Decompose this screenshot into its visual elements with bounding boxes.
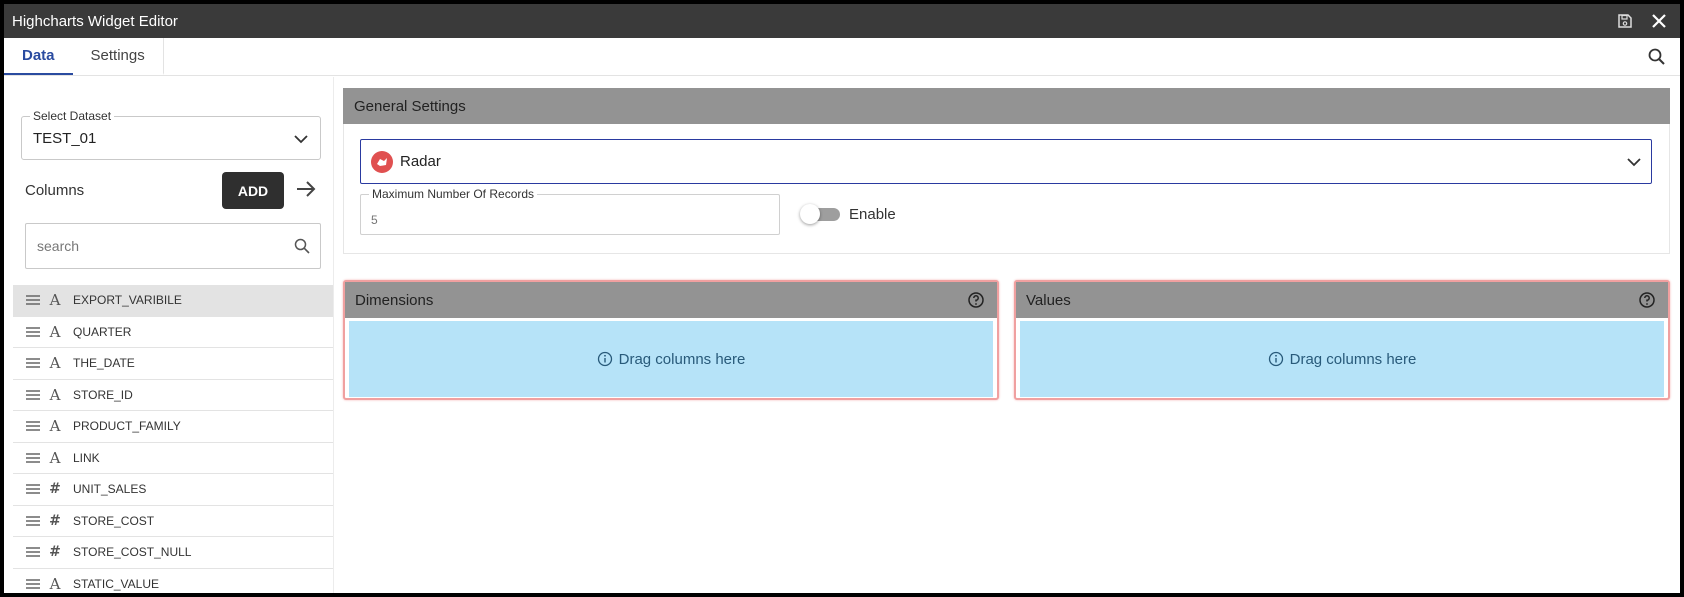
help-icon[interactable] bbox=[1638, 291, 1656, 309]
drag-handle-icon[interactable] bbox=[25, 326, 41, 338]
chevron-down-icon bbox=[1627, 158, 1641, 167]
tab-data[interactable]: Data bbox=[4, 38, 73, 75]
arrow-right-icon bbox=[297, 181, 316, 197]
drag-handle-icon[interactable] bbox=[25, 294, 41, 306]
column-name: UNIT_SALES bbox=[73, 482, 147, 497]
move-right-button[interactable] bbox=[294, 177, 318, 201]
drag-handle-icon[interactable] bbox=[25, 357, 41, 369]
text-type-icon: A bbox=[49, 322, 61, 341]
column-item[interactable]: A THE_DATE bbox=[13, 348, 333, 380]
column-item[interactable]: A PRODUCT_FAMILY bbox=[13, 411, 333, 443]
title-bar: Highcharts Widget Editor bbox=[4, 4, 1680, 38]
column-name: EXPORT_VARIBILE bbox=[73, 293, 182, 308]
chart-type-select[interactable]: Radar bbox=[360, 139, 1652, 184]
column-name: STORE_COST_NULL bbox=[73, 545, 192, 560]
general-settings-body: Radar Maximum Number Of Records Enable bbox=[343, 124, 1670, 254]
drag-handle-icon[interactable] bbox=[25, 578, 41, 590]
column-search-input[interactable] bbox=[26, 224, 276, 268]
dimensions-hint: Drag columns here bbox=[618, 350, 746, 368]
text-type-icon: A bbox=[49, 448, 61, 467]
dimensions-drop-area[interactable]: Drag columns here bbox=[349, 321, 993, 397]
column-name: LINK bbox=[73, 450, 100, 465]
numeric-type-icon: # bbox=[49, 512, 61, 529]
column-item[interactable]: A QUARTER bbox=[13, 317, 333, 348]
add-column-button[interactable]: ADD bbox=[222, 172, 284, 209]
drag-handle-icon[interactable] bbox=[25, 546, 41, 558]
chevron-down-icon bbox=[294, 135, 308, 144]
column-name: STORE_COST bbox=[73, 513, 155, 528]
drag-handle-icon[interactable] bbox=[25, 389, 41, 401]
data-sidebar: Select Dataset TEST_01 Columns ADD A EXPO… bbox=[4, 77, 334, 593]
values-hint: Drag columns here bbox=[1289, 350, 1417, 368]
values-title: Values bbox=[1026, 291, 1071, 309]
numeric-type-icon: # bbox=[49, 481, 61, 498]
column-item[interactable]: # UNIT_SALES bbox=[13, 474, 333, 506]
text-type-icon: A bbox=[49, 291, 61, 310]
save-icon bbox=[1618, 14, 1632, 28]
search-icon bbox=[1648, 48, 1665, 65]
chart-type-value: Radar bbox=[400, 153, 441, 170]
column-item[interactable]: # STORE_COST_NULL bbox=[13, 537, 333, 569]
dataset-label: Select Dataset bbox=[30, 109, 115, 123]
column-name: STORE_ID bbox=[73, 387, 133, 402]
text-type-icon: A bbox=[49, 354, 61, 373]
drag-handle-icon[interactable] bbox=[25, 452, 41, 464]
window-title: Highcharts Widget Editor bbox=[12, 12, 178, 30]
text-type-icon: A bbox=[49, 417, 61, 436]
drop-zones: Dimensions Drag columns here Values Drag… bbox=[343, 280, 1670, 400]
column-name: STATIC_VALUE bbox=[73, 576, 160, 591]
close-button[interactable] bbox=[1646, 8, 1672, 34]
column-name: QUARTER bbox=[73, 324, 132, 339]
drag-handle-icon[interactable] bbox=[25, 483, 41, 495]
columns-label: Columns bbox=[25, 182, 85, 199]
text-type-icon: A bbox=[49, 385, 61, 404]
dimensions-title: Dimensions bbox=[355, 291, 434, 309]
drag-handle-icon[interactable] bbox=[25, 420, 41, 432]
column-item[interactable]: A EXPORT_VARIBILE bbox=[13, 285, 333, 317]
close-icon bbox=[1652, 14, 1666, 28]
search-icon bbox=[294, 238, 310, 254]
dataset-value: TEST_01 bbox=[33, 130, 97, 147]
max-records-field: Maximum Number Of Records bbox=[360, 187, 780, 235]
dimensions-header: Dimensions bbox=[345, 282, 997, 318]
column-item[interactable]: A STATIC_VALUE bbox=[13, 569, 333, 594]
numeric-type-icon: # bbox=[49, 544, 61, 561]
global-search-button[interactable] bbox=[1646, 46, 1668, 68]
column-name: PRODUCT_FAMILY bbox=[73, 419, 181, 434]
drag-handle-icon[interactable] bbox=[25, 515, 41, 527]
save-button[interactable] bbox=[1612, 8, 1638, 34]
column-list: A EXPORT_VARIBILE A QUARTER A THE_DATE A STORE_… bbox=[13, 285, 333, 593]
dataset-select[interactable]: Select Dataset TEST_01 bbox=[21, 109, 321, 160]
column-item[interactable]: A LINK bbox=[13, 443, 333, 474]
column-search bbox=[25, 223, 321, 269]
values-drop-area[interactable]: Drag columns here bbox=[1020, 321, 1664, 397]
max-records-input[interactable] bbox=[361, 195, 779, 234]
tab-bar: Data Settings bbox=[4, 38, 1680, 76]
dimensions-zone: Dimensions Drag columns here bbox=[343, 280, 999, 400]
enable-toggle[interactable] bbox=[800, 204, 840, 224]
values-header: Values bbox=[1016, 282, 1668, 318]
column-name: THE_DATE bbox=[73, 356, 135, 371]
tab-settings[interactable]: Settings bbox=[73, 38, 164, 75]
info-icon bbox=[597, 351, 612, 367]
widget-editor-window: Highcharts Widget Editor Data Settings S… bbox=[4, 4, 1680, 593]
column-item[interactable]: # STORE_COST bbox=[13, 506, 333, 537]
general-settings-header: General Settings bbox=[343, 88, 1670, 124]
text-type-icon: A bbox=[49, 574, 61, 593]
column-item[interactable]: A STORE_ID bbox=[13, 380, 333, 411]
values-zone: Values Drag columns here bbox=[1014, 280, 1670, 400]
help-icon[interactable] bbox=[967, 291, 985, 309]
info-icon bbox=[1268, 351, 1283, 367]
toggle-knob bbox=[800, 204, 820, 224]
main-panel: General Settings Radar Maximum Number Of… bbox=[343, 88, 1670, 400]
radar-chart-icon bbox=[371, 150, 393, 173]
enable-label: Enable bbox=[849, 206, 896, 223]
